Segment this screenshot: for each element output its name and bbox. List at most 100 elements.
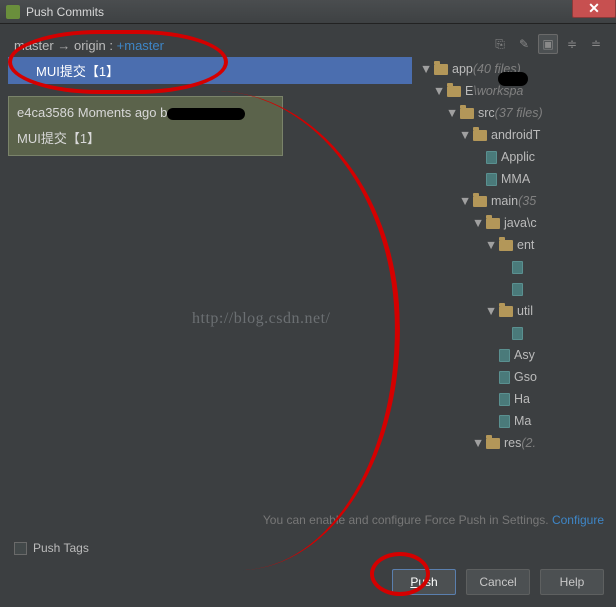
help-button[interactable]: Help: [540, 569, 604, 595]
tree-folder[interactable]: ▼ androidT: [420, 124, 608, 146]
push-tags-checkbox[interactable]: [14, 542, 27, 555]
tree-label: ent: [517, 234, 534, 256]
tree-label: Gso: [514, 366, 537, 388]
branch-spec[interactable]: master → origin : +master: [8, 34, 412, 57]
arrow-icon: →: [57, 38, 70, 53]
files-panel: ⎘ ✎ ▣ ≑ ≐ ▼app (40 files)▼E \workspa▼src…: [420, 34, 608, 503]
tree-label: util: [517, 300, 533, 322]
force-push-hint: You can enable and configure Force Push …: [0, 507, 616, 533]
file-icon: [499, 349, 510, 362]
tree-file[interactable]: Applic: [420, 146, 608, 168]
expander-icon[interactable]: ▼: [420, 58, 432, 80]
show-diff-icon[interactable]: ✎: [514, 34, 534, 54]
tree-folder[interactable]: ▼ util: [420, 300, 608, 322]
tree-file[interactable]: [420, 256, 608, 278]
tree-count: (37 files): [495, 102, 543, 124]
tree-file[interactable]: Asy: [420, 344, 608, 366]
tree-label: Ma: [514, 410, 531, 432]
expander-icon[interactable]: ▼: [472, 432, 484, 454]
tree-label: app: [452, 58, 473, 80]
local-branch: master: [14, 38, 54, 53]
folder-icon: [499, 240, 513, 251]
configure-link[interactable]: Configure: [552, 513, 604, 527]
redacted-mark: [498, 72, 528, 86]
remote-branch[interactable]: +master: [117, 38, 164, 53]
tree-file[interactable]: MMA: [420, 168, 608, 190]
hint-text: You can enable and configure Force Push …: [263, 513, 549, 527]
expander-icon[interactable]: ▼: [446, 102, 458, 124]
expander-icon[interactable]: ▼: [472, 212, 484, 234]
tree-file[interactable]: [420, 278, 608, 300]
tree-label: Asy: [514, 344, 535, 366]
tree-folder[interactable]: ▼ java\c: [420, 212, 608, 234]
folder-icon: [460, 108, 474, 119]
separator: :: [109, 38, 113, 53]
tree-label: E: [465, 80, 473, 102]
tree-count: (2.: [521, 432, 536, 454]
tree-label: MMA: [501, 168, 530, 190]
main-area: master → origin : +master MUI提交【1】 e4ca3…: [0, 24, 616, 507]
tree-label: res: [504, 432, 521, 454]
window-title: Push Commits: [26, 5, 104, 19]
tree-folder[interactable]: ▼ ent: [420, 234, 608, 256]
cancel-button[interactable]: Cancel: [466, 569, 530, 595]
commit-author-lead: b: [160, 105, 167, 120]
commit-time: Moments ago: [78, 105, 157, 120]
expand-icon[interactable]: ≑: [562, 34, 582, 54]
folder-icon: [473, 130, 487, 141]
tree-label: Applic: [501, 146, 535, 168]
expander-icon[interactable]: ▼: [433, 80, 445, 102]
group-by-icon[interactable]: ⎘: [490, 34, 510, 54]
group-dir-icon[interactable]: ▣: [538, 34, 558, 54]
footer-options: Push Tags: [0, 533, 616, 569]
push-tags-label[interactable]: Push Tags: [33, 541, 89, 555]
commit-item[interactable]: MUI提交【1】: [8, 57, 412, 84]
files-tree[interactable]: ▼app (40 files)▼E \workspa▼src (37 files…: [420, 58, 608, 503]
dialog-content: master → origin : +master MUI提交【1】 e4ca3…: [0, 24, 616, 607]
tree-label: src: [478, 102, 495, 124]
folder-icon: [486, 438, 500, 449]
file-icon: [512, 283, 523, 296]
title-bar: Push Commits ✕: [0, 0, 616, 24]
button-bar: Push Cancel Help: [0, 569, 616, 607]
tree-file[interactable]: Ma: [420, 410, 608, 432]
file-icon: [512, 327, 523, 340]
tree-label: androidT: [491, 124, 540, 146]
folder-icon: [499, 306, 513, 317]
app-icon: [6, 5, 20, 19]
tree-folder[interactable]: ▼ src (37 files): [420, 102, 608, 124]
folder-icon: [447, 86, 461, 97]
collapse-icon[interactable]: ≐: [586, 34, 606, 54]
commit-hash: e4ca3586: [17, 105, 74, 120]
tree-folder[interactable]: ▼ main (35: [420, 190, 608, 212]
expander-icon[interactable]: ▼: [459, 190, 471, 212]
tree-label: main: [491, 190, 518, 212]
tree-file[interactable]: [420, 322, 608, 344]
tree-label: Ha: [514, 388, 530, 410]
folder-icon: [473, 196, 487, 207]
file-icon: [499, 393, 510, 406]
expander-icon[interactable]: ▼: [485, 300, 497, 322]
expander-icon[interactable]: ▼: [459, 124, 471, 146]
commits-panel: master → origin : +master MUI提交【1】 e4ca3…: [8, 34, 412, 503]
files-toolbar: ⎘ ✎ ▣ ≑ ≐: [420, 34, 608, 58]
commit-message: MUI提交【1】: [17, 128, 274, 147]
tree-folder[interactable]: ▼ res (2.: [420, 432, 608, 454]
close-button[interactable]: ✕: [572, 0, 616, 18]
folder-icon: [486, 218, 500, 229]
push-button[interactable]: Push: [392, 569, 456, 595]
tree-label: java\c: [504, 212, 537, 234]
commit-tooltip: e4ca3586 Moments ago b MUI提交【1】: [8, 96, 283, 156]
remote-name: origin: [74, 38, 106, 53]
file-icon: [499, 415, 510, 428]
file-icon: [499, 371, 510, 384]
tree-file[interactable]: Gso: [420, 366, 608, 388]
file-icon: [486, 151, 497, 164]
tree-file[interactable]: Ha: [420, 388, 608, 410]
folder-icon: [434, 64, 448, 75]
redacted-author: [167, 108, 245, 120]
expander-icon[interactable]: ▼: [485, 234, 497, 256]
tree-count: (35: [518, 190, 536, 212]
file-icon: [486, 173, 497, 186]
file-icon: [512, 261, 523, 274]
